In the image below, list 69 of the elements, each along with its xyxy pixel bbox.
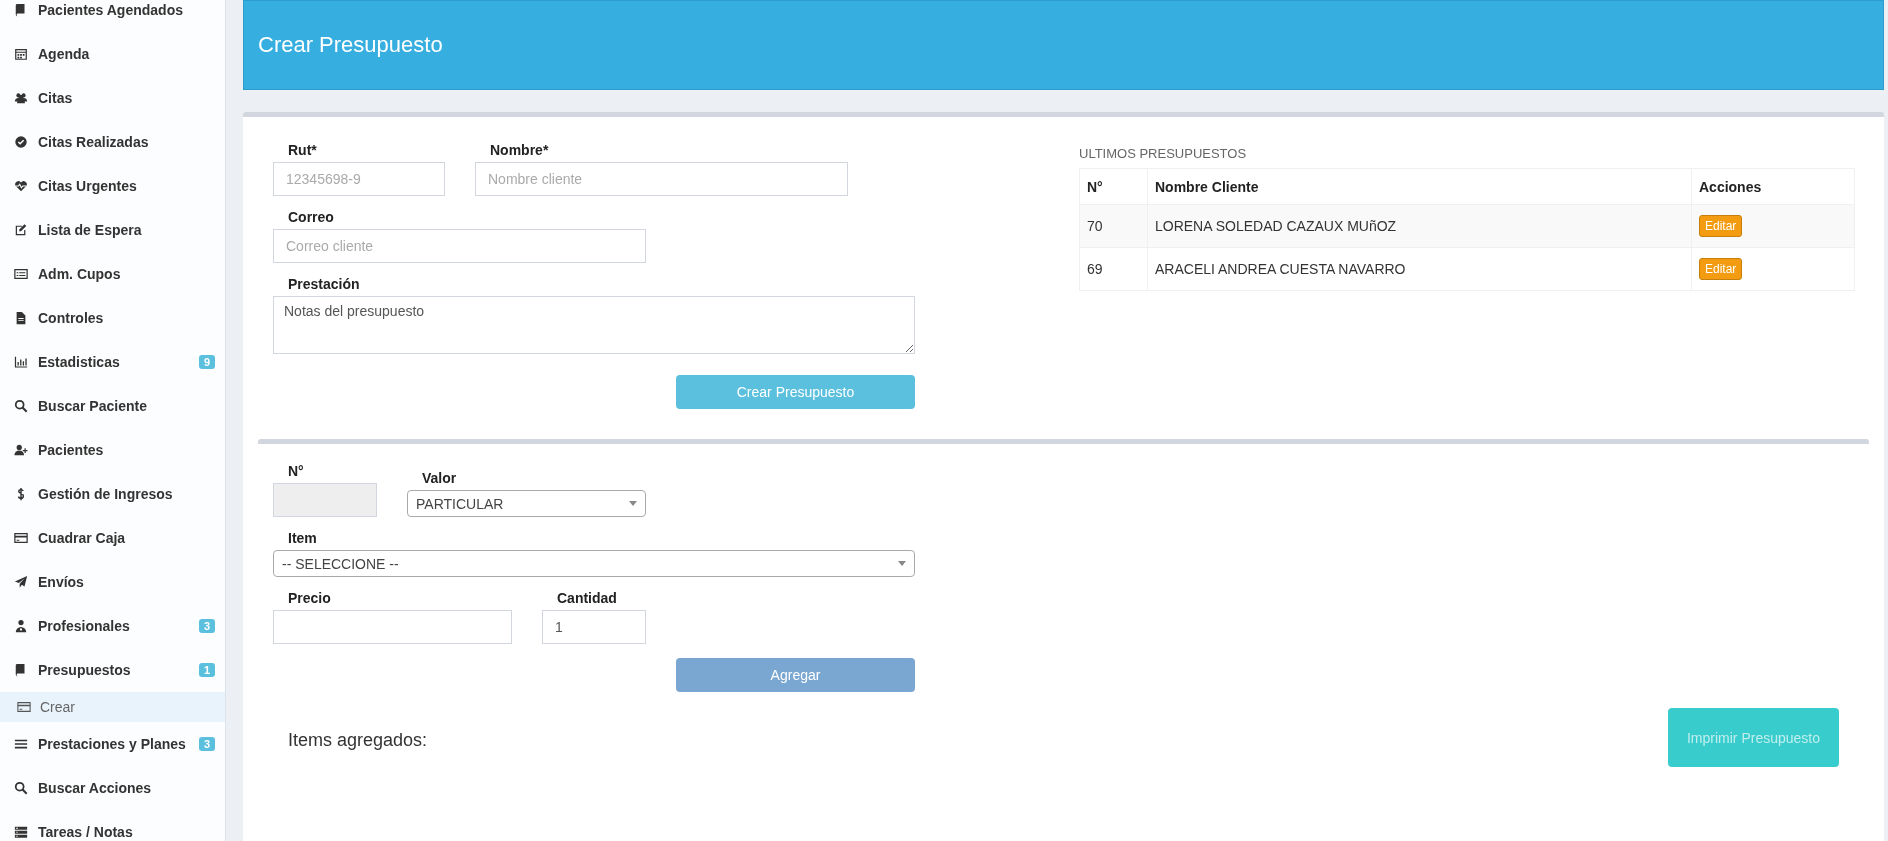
sidebar-item[interactable]: Buscar Acciones: [0, 766, 225, 810]
book-icon: [14, 663, 28, 677]
count-badge: 1: [198, 663, 215, 677]
field-label: Nombre*: [489, 141, 550, 160]
bar-chart-icon: [14, 355, 28, 369]
section-title: Items agregados:: [287, 730, 428, 751]
quantity-field[interactable]: 1: [542, 610, 646, 644]
book-icon: [14, 3, 28, 17]
table-cell: 69: [1079, 247, 1148, 291]
user-plus-icon: [14, 443, 28, 457]
count-badge: 9: [198, 355, 215, 369]
sidebar-item[interactable]: Citas Realizadas: [0, 120, 225, 164]
sidebar-item[interactable]: Gestión de Ingresos: [0, 472, 225, 516]
column-header: Nombre Cliente: [1147, 168, 1692, 205]
sidebar-item[interactable]: Envíos: [0, 560, 225, 604]
sidebar-item[interactable]: Citas: [0, 76, 225, 120]
notes-field[interactable]: Notas del presupuesto: [273, 296, 915, 354]
calendar-icon: [14, 47, 28, 61]
page-title: Crear Presupuesto: [258, 32, 443, 58]
paper-plane-icon: [14, 575, 28, 589]
field-label: Precio: [287, 589, 332, 608]
sidebar-item[interactable]: Pacientes: [0, 428, 225, 472]
check-circle-icon: [14, 135, 28, 149]
count-badge: 3: [198, 737, 215, 751]
table-title: ULTIMOS PRESUPUESTOS: [1079, 146, 1247, 161]
table-cell: ARACELI ANDREA CUESTA NAVARRO: [1147, 247, 1692, 291]
price-list-select[interactable]: PARTICULAR: [407, 490, 646, 517]
column-header: N°: [1079, 168, 1148, 205]
sidebar-item[interactable]: Lista de Espera: [0, 208, 225, 252]
search-icon: [14, 399, 28, 413]
field-label: Rut*: [287, 141, 318, 160]
sidebar-item[interactable]: Pacientes Agendados: [0, 0, 225, 32]
sidebar-item[interactable]: Profesionales 3: [0, 604, 225, 648]
user-icon: [14, 619, 28, 633]
sidebar-item[interactable]: Crear: [0, 692, 225, 722]
email-field[interactable]: Correo cliente: [273, 229, 646, 263]
search-icon: [14, 781, 28, 795]
sidebar-item[interactable]: Presupuestos 1: [0, 648, 225, 692]
edit-icon: [14, 223, 28, 237]
table-cell: LORENA SOLEDAD CAZAUX MUñOZ: [1147, 204, 1692, 248]
sidebar-item[interactable]: Agenda: [0, 32, 225, 76]
sidebar-item[interactable]: Tareas / Notas: [0, 810, 225, 841]
rut-field[interactable]: 12345698-9: [273, 162, 445, 196]
file-icon: [14, 311, 28, 325]
sidebar-item[interactable]: Prestaciones y Planes 3: [0, 722, 225, 766]
menu-icon: [14, 737, 28, 751]
sidebar-item[interactable]: Citas Urgentes: [0, 164, 225, 208]
name-field[interactable]: Nombre cliente: [475, 162, 848, 196]
column-header: Acciones: [1691, 168, 1855, 205]
price-field[interactable]: [273, 610, 512, 644]
field-label: Cantidad: [556, 589, 618, 608]
sidebar-item[interactable]: Buscar Paciente: [0, 384, 225, 428]
list-icon: [14, 267, 28, 281]
heartbeat-icon: [14, 179, 28, 193]
field-label: Correo: [287, 208, 335, 227]
card-icon: [14, 531, 28, 545]
table-cell: 70: [1079, 204, 1148, 248]
field-label: Item: [287, 529, 318, 548]
sidebar-item[interactable]: Estadisticas 9: [0, 340, 225, 384]
card-icon: [16, 700, 32, 714]
users-icon: [14, 91, 28, 105]
item-select[interactable]: -- SELECCIONE --: [273, 550, 915, 577]
field-label: N°: [287, 462, 305, 481]
sidebar-item[interactable]: Adm. Cupos: [0, 252, 225, 296]
count-badge: 3: [198, 619, 215, 633]
sidebar-item[interactable]: Controles: [0, 296, 225, 340]
field-label: Prestación: [287, 275, 361, 294]
field-label: Valor: [421, 469, 458, 488]
sidebar-item[interactable]: Cuadrar Caja: [0, 516, 225, 560]
